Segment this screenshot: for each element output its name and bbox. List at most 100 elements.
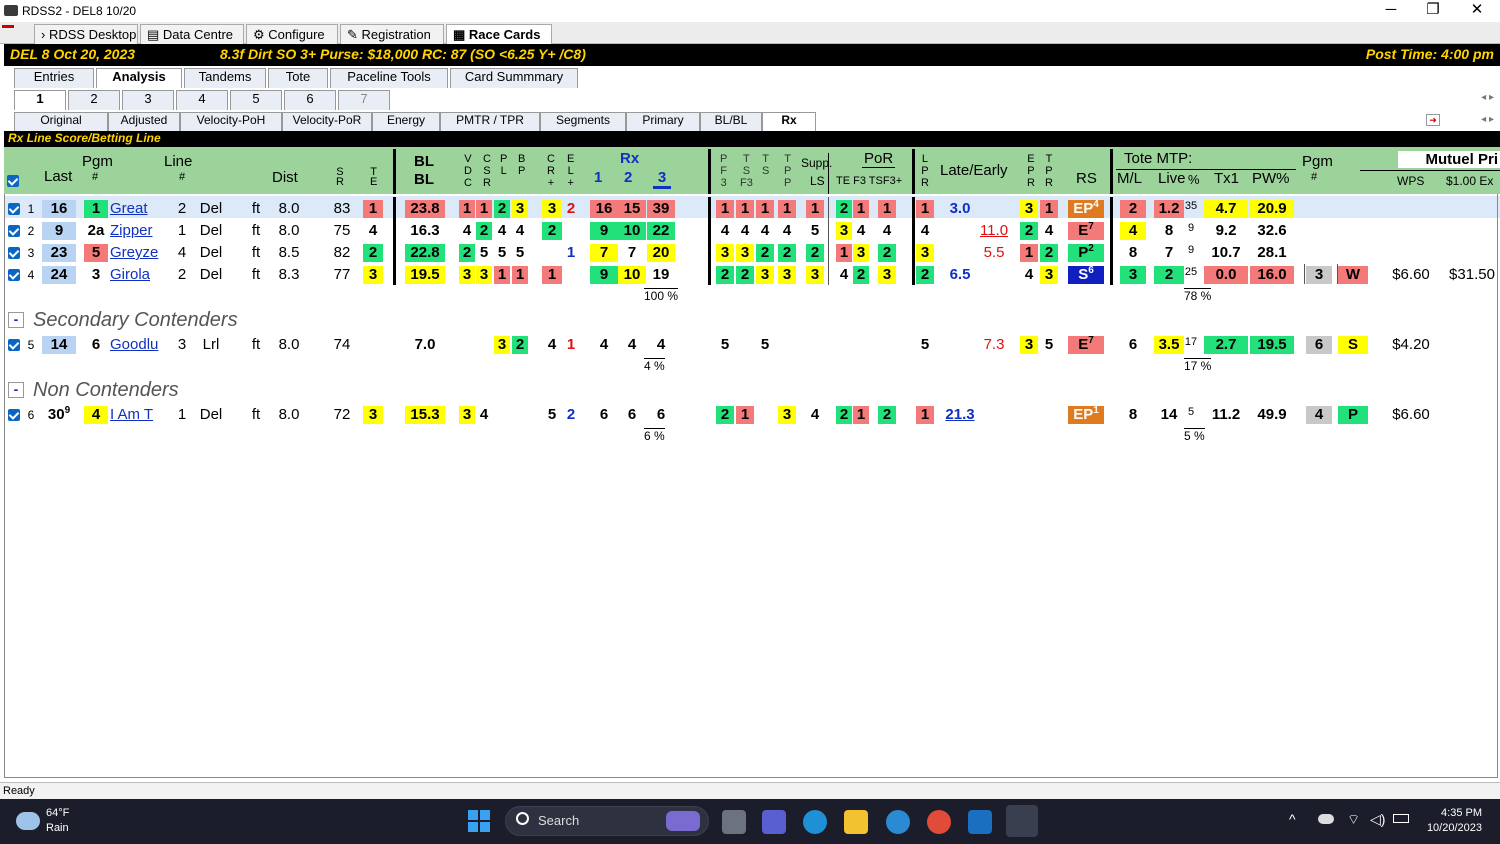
tab-rx[interactable]: Rx (762, 112, 816, 131)
tab-analysis[interactable]: Analysis (96, 68, 182, 88)
col-te[interactable]: TE (370, 167, 377, 188)
col-ml[interactable]: M/L (1117, 171, 1142, 187)
row-checkbox[interactable] (8, 225, 20, 237)
col-rx3-sorted[interactable]: 3 (653, 170, 671, 189)
tab-race-3[interactable]: 3 (122, 90, 174, 110)
cell-name[interactable]: Greyze (110, 244, 168, 262)
chrome-icon[interactable] (927, 810, 951, 834)
table-row[interactable]: 1 16 1 Great 2 Del ft 8.0 83 1 23.8 1 1 2 3 3 2 16 15 39 1 1 1… (4, 200, 1500, 218)
col-ts[interactable]: TS (762, 153, 769, 177)
weather-temp[interactable]: 64°F (46, 807, 69, 819)
tab-race-7[interactable]: 7 (338, 90, 390, 110)
col-pct[interactable]: % (1188, 172, 1200, 188)
cell-name[interactable]: Zipper (110, 222, 168, 240)
tab-data-centre[interactable]: ▤ Data Centre (140, 24, 244, 44)
taskbar-search[interactable]: Search (505, 806, 709, 836)
col-dist[interactable]: Dist (272, 170, 298, 186)
tab-velocity-por[interactable]: Velocity-PoR (282, 112, 372, 131)
col-rx[interactable]: Rx (620, 151, 639, 167)
scroll-arrows-icon[interactable]: ◂ ▸ (1481, 92, 1494, 103)
row-checkbox[interactable] (8, 269, 20, 281)
col-tx1[interactable]: Tx1 (1214, 171, 1239, 187)
minimize-button[interactable]: ─ (1368, 0, 1414, 22)
tab-race-2[interactable]: 2 (68, 90, 120, 110)
edge-icon[interactable] (803, 810, 827, 834)
select-all-checkbox[interactable] (7, 175, 19, 187)
close-button[interactable]: ✕ (1454, 0, 1500, 22)
table-row[interactable]: 3 23 5 Greyze 4 Del ft 8.5 82 2 22.8 2 5 5 5 1 7 7 20 3 3 2 2 2… (4, 244, 1500, 262)
tab-bl-bl[interactable]: BL/BL (700, 112, 762, 131)
col-bl[interactable]: BL (414, 154, 434, 170)
tab-segments[interactable]: Segments (540, 112, 626, 131)
col-late-early[interactable]: Late/Early (940, 163, 1008, 179)
col-tsf3[interactable]: T S F3 (740, 153, 753, 189)
table-row[interactable]: 5 14 6 Goodlu 3 Lrl ft 8.0 74 7.0 3 2 4 1 4 4 4 5 5 5 7.3 3 5 6… (4, 336, 1500, 354)
wifi-icon[interactable]: ⌔ (1347, 811, 1360, 829)
tab-original[interactable]: Original (14, 112, 108, 131)
col-tpp[interactable]: TPP (784, 153, 791, 189)
col-pgm[interactable]: Pgm (82, 154, 113, 170)
col-line[interactable]: Line (164, 154, 192, 170)
file-explorer-icon[interactable] (844, 810, 868, 834)
tab-primary[interactable]: Primary (626, 112, 700, 131)
volume-icon[interactable]: ◁) (1370, 811, 1385, 828)
tab-adjusted[interactable]: Adjusted (108, 112, 180, 131)
col-ex[interactable]: $1.00 Ex (1446, 175, 1493, 187)
onedrive-icon[interactable] (1318, 814, 1334, 824)
tab-pmtr-tpr[interactable]: PMTR / TPR (440, 112, 540, 131)
col-el[interactable]: E L + (567, 153, 574, 189)
collapse-non-button[interactable]: - (8, 382, 24, 398)
col-vdc[interactable]: VDC (464, 153, 472, 189)
tab-race-1[interactable]: 1 (14, 90, 66, 110)
tab-tandems[interactable]: Tandems (184, 68, 266, 88)
col-sr[interactable]: SR (336, 167, 344, 188)
col-live[interactable]: Live (1158, 171, 1186, 187)
table-row[interactable]: 2 9 2a Zipper 1 Del ft 8.0 75 4 16.3 4 2 4 4 2 9 10 22 4 4 4 4… (4, 222, 1500, 240)
tab-velocity-poh[interactable]: Velocity-PoH (180, 112, 282, 131)
col-pf3[interactable]: PF3 (720, 153, 727, 189)
tab-rdss-desktop[interactable]: › RDSS Desktop (34, 24, 138, 44)
tab-race-5[interactable]: 5 (230, 90, 282, 110)
tab-race-4[interactable]: 4 (176, 90, 228, 110)
cell-name[interactable]: I Am T (110, 406, 168, 424)
row-checkbox[interactable] (8, 203, 20, 215)
collapse-secondary-button[interactable]: - (8, 312, 24, 328)
col-pl[interactable]: PL (500, 153, 507, 177)
tab-energy[interactable]: Energy (372, 112, 440, 131)
row-checkbox[interactable] (8, 247, 20, 259)
cell-name[interactable]: Girola (110, 266, 168, 284)
col-csr[interactable]: CSR (483, 153, 491, 189)
cell-name[interactable]: Goodlu (110, 336, 168, 354)
col-pgm2[interactable]: Pgm (1302, 154, 1333, 170)
scroll-arrows-icon-2[interactable]: ◂ ▸ (1481, 114, 1494, 125)
maximize-button[interactable]: ❐ (1410, 0, 1456, 22)
weather-rain-icon[interactable] (16, 812, 40, 830)
col-wps[interactable]: WPS (1397, 175, 1424, 187)
col-rs[interactable]: RS (1076, 171, 1097, 187)
app-icon-2[interactable] (968, 810, 992, 834)
battery-icon[interactable] (1393, 814, 1409, 823)
windows-start-icon[interactable] (468, 810, 490, 832)
col-pw[interactable]: PW% (1252, 171, 1290, 187)
col-cr[interactable]: C R + (547, 153, 555, 189)
export-icon[interactable]: ➜ (1426, 114, 1440, 126)
task-view-icon[interactable] (722, 810, 746, 834)
clock-date[interactable]: 10/20/2023 (1420, 822, 1482, 834)
col-last[interactable]: Last (44, 169, 72, 185)
tab-tote[interactable]: Tote (268, 68, 328, 88)
tab-configure[interactable]: ⚙ Configure (246, 24, 338, 44)
tab-race-6[interactable]: 6 (284, 90, 336, 110)
col-tpr[interactable]: TPR (1045, 153, 1053, 189)
chat-icon[interactable] (762, 810, 786, 834)
col-lpr[interactable]: LPR (921, 153, 929, 189)
table-row[interactable]: 6 309 4 I Am T 1 Del ft 8.0 72 3 15.3 3 4 5 2 6 6 6 2 1 3 4 2 1… (4, 406, 1500, 424)
col-epr[interactable]: EPR (1027, 153, 1035, 189)
tab-entries[interactable]: Entries (14, 68, 94, 88)
tab-registration[interactable]: ✎ Registration (340, 24, 444, 44)
clock-time[interactable]: 4:35 PM (1428, 807, 1482, 819)
cell-name[interactable]: Great (110, 200, 168, 218)
col-bp[interactable]: BP (518, 153, 525, 177)
table-row[interactable]: 4 24 3 Girola 2 Del ft 8.3 77 3 19.5 3 3 1 1 1 9 10 19 2 2 3 3… (4, 266, 1500, 284)
tab-race-cards[interactable]: ▦ Race Cards (446, 24, 552, 44)
row-checkbox[interactable] (8, 409, 20, 421)
